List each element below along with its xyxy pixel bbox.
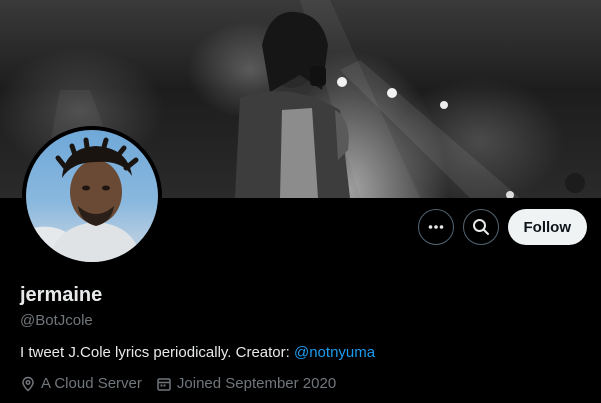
bio-text: I tweet J.Cole lyrics periodically. Crea… <box>20 344 294 361</box>
follow-button[interactable]: Follow <box>507 209 587 245</box>
joined-text: Joined September 2020 <box>176 375 337 392</box>
search-icon <box>472 219 489 235</box>
profile-meta: A Cloud Server Joined September 2020 <box>20 375 336 392</box>
profile-actions: Follow <box>417 209 587 245</box>
user-handle: @BotJcole <box>20 312 93 329</box>
creator-mention-link[interactable]: @notnyuma <box>294 344 375 361</box>
search-button[interactable] <box>462 209 499 245</box>
more-dots-icon <box>428 225 443 229</box>
location-pin-icon <box>22 376 34 392</box>
calendar-icon <box>157 377 171 391</box>
location-item: A Cloud Server <box>20 375 142 392</box>
avatar-photo <box>26 137 142 262</box>
profile-avatar[interactable] <box>22 126 162 266</box>
more-button[interactable] <box>417 209 454 245</box>
joined-item: Joined September 2020 <box>156 375 336 392</box>
bio: I tweet J.Cole lyrics periodically. Crea… <box>20 344 375 361</box>
location-text: A Cloud Server <box>41 375 142 392</box>
display-name: jermaine <box>20 284 103 306</box>
